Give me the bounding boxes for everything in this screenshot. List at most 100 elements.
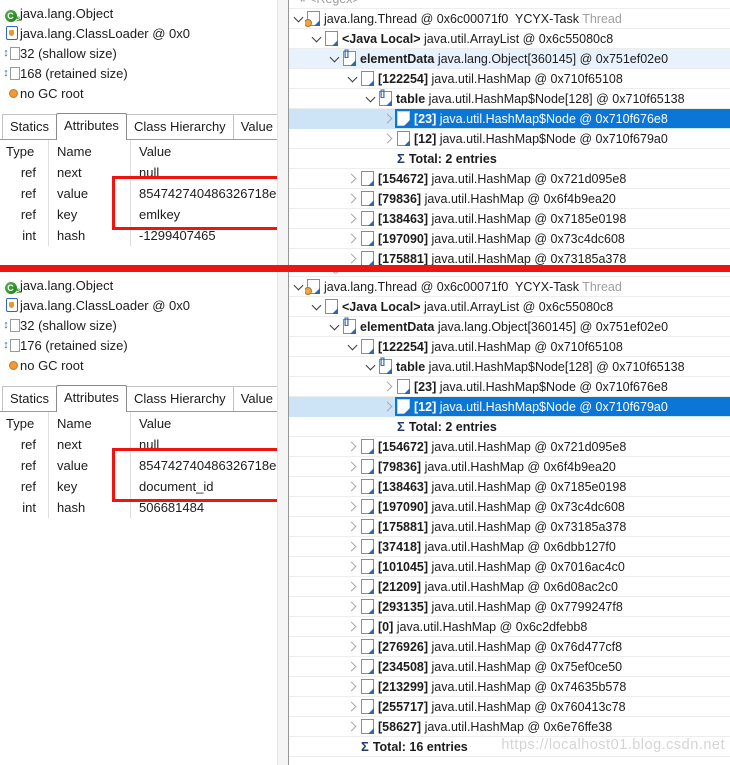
expand-chevron-icon[interactable] [347,661,359,673]
tree-row[interactable]: [138463] java.util.HashMap @ 0x7185e0198 [289,477,730,497]
tree-row[interactable]: [154672] java.util.HashMap @ 0x721d095e8 [289,169,730,189]
tree-row[interactable]: elementData java.lang.Object[360145] @ 0… [289,317,730,337]
info-label: 32 (shallow size) [20,45,117,61]
tree-row[interactable]: [37418] java.util.HashMap @ 0x6dbb127f0 [289,537,730,557]
collapse-chevron-icon[interactable] [293,281,305,293]
expand-chevron-icon[interactable] [383,381,395,393]
tab-class-hierarchy[interactable]: Class Hierarchy [125,386,234,411]
tree-row[interactable]: [79836] java.util.HashMap @ 0x6f4b9ea20 [289,189,730,209]
inspector-scrollbar[interactable] [277,272,288,765]
tree-row[interactable]: Σ Total: 2 entries [289,417,730,437]
collapse-chevron-icon[interactable] [311,301,323,313]
info-label: java.lang.Object [20,5,114,21]
expand-chevron-icon[interactable] [383,113,395,125]
tab-statics[interactable]: Statics [2,114,58,139]
expand-chevron-icon[interactable] [347,501,359,513]
info-32-shallow-size: ↕ 32 (shallow size) [0,43,277,63]
size-icon: ↕ [3,46,20,60]
expand-chevron-icon[interactable] [347,481,359,493]
tree-row[interactable]: Σ Total: 16 entries [289,737,730,757]
tree-row-label: java.lang.Thread @ 0x6c00071f0 YCYX-Task… [305,9,730,28]
expand-chevron-icon[interactable] [383,401,395,413]
tree-row[interactable]: [58627] java.util.HashMap @ 0x6e76ffe38 [289,717,730,737]
tree-row[interactable]: [0] java.util.HashMap @ 0x6c2dfebb8 [289,617,730,637]
tree-row[interactable]: [12] java.util.HashMap$Node @ 0x710f679a… [289,129,730,149]
tree-row[interactable]: java.lang.Thread @ 0x6c00071f0 YCYX-Task… [289,9,730,29]
tree-row[interactable]: [23] java.util.HashMap$Node @ 0x710f676e… [289,377,730,397]
expand-chevron-icon[interactable] [347,581,359,593]
tree-row[interactable]: [197090] java.util.HashMap @ 0x73c4dc608 [289,229,730,249]
tree-row-label: [234508] java.util.HashMap @ 0x75ef0ce50 [359,657,730,676]
tree-row-label: java.lang.Thread @ 0x6c00071f0 YCYX-Task… [305,277,730,296]
info-label: no GC root [20,357,84,373]
object-instance-icon [361,699,374,714]
expand-chevron-icon[interactable] [347,213,359,225]
tree-row-label: Σ Total: 2 entries [397,151,497,166]
expand-chevron-icon[interactable] [347,193,359,205]
object-instance-icon [361,519,374,534]
object-instance-icon [361,71,374,86]
tree-row[interactable]: [122254] java.util.HashMap @ 0x710f65108 [289,337,730,357]
tab-statics[interactable]: Statics [2,386,58,411]
tree-row[interactable]: elementData java.lang.Object[360145] @ 0… [289,49,730,69]
tree-row[interactable]: [154672] java.util.HashMap @ 0x721d095e8 [289,437,730,457]
tree-row[interactable]: [122254] java.util.HashMap @ 0x710f65108 [289,69,730,89]
expand-chevron-icon[interactable] [347,461,359,473]
expand-chevron-icon[interactable] [347,441,359,453]
collapse-chevron-icon[interactable] [329,53,341,65]
tree-row-label: [122254] java.util.HashMap @ 0x710f65108 [359,337,730,356]
expand-chevron-icon[interactable] [347,253,359,265]
tree-row-label: [276926] java.util.HashMap @ 0x76d477cf8 [359,637,730,656]
expand-chevron-icon[interactable] [347,721,359,733]
tree-row[interactable]: [138463] java.util.HashMap @ 0x7185e0198 [289,209,730,229]
tree-row[interactable]: table java.util.HashMap$Node[128] @ 0x71… [289,89,730,109]
expand-chevron-icon[interactable] [347,521,359,533]
tree-row[interactable]: java.lang.Thread @ 0x6c00071f0 YCYX-Task… [289,277,730,297]
object-instance-icon [361,559,374,574]
collapse-chevron-icon[interactable] [365,93,377,105]
tab-attributes[interactable]: Attributes [56,113,127,140]
expand-chevron-icon[interactable] [347,681,359,693]
class-icon: Cs [4,7,21,23]
tree-row[interactable]: [12] java.util.HashMap$Node @ 0x710f679a… [289,397,730,417]
tree-row[interactable]: [293135] java.util.HashMap @ 0x7799247f8 [289,597,730,617]
tree-row[interactable]: [234508] java.util.HashMap @ 0x75ef0ce50 [289,657,730,677]
expand-chevron-icon[interactable] [347,641,359,653]
tree-row[interactable]: <Java Local> java.util.ArrayList @ 0x6c5… [289,297,730,317]
collapse-chevron-icon[interactable] [311,33,323,45]
collapse-chevron-icon[interactable] [329,321,341,333]
collapse-chevron-icon[interactable] [365,361,377,373]
tree-row[interactable]: ⇥<Regex> [289,0,730,9]
expand-chevron-icon[interactable] [347,233,359,245]
expand-chevron-icon[interactable] [347,601,359,613]
expand-chevron-icon[interactable] [383,133,395,145]
tree-row[interactable]: <Java Local> java.util.ArrayList @ 0x6c5… [289,29,730,49]
tree-row[interactable]: [175881] java.util.HashMap @ 0x73185a378 [289,249,730,265]
tree-row[interactable]: [21209] java.util.HashMap @ 0x6d08ac2c0 [289,577,730,597]
tree-row[interactable]: [175881] java.util.HashMap @ 0x73185a378 [289,517,730,537]
tree-row[interactable]: [213299] java.util.HashMap @ 0x74635b578 [289,677,730,697]
tab-value[interactable]: Value [232,114,277,139]
expand-chevron-icon[interactable] [347,561,359,573]
tree-row[interactable]: table java.util.HashMap$Node[128] @ 0x71… [289,357,730,377]
collapse-chevron-icon[interactable] [347,341,359,353]
tree-row[interactable]: [197090] java.util.HashMap @ 0x73c4dc608 [289,497,730,517]
expand-chevron-icon[interactable] [347,173,359,185]
tree-row[interactable]: [276926] java.util.HashMap @ 0x76d477cf8 [289,637,730,657]
tree-row[interactable]: Σ Total: 2 entries [289,149,730,169]
tab-attributes[interactable]: Attributes [56,385,127,412]
tab-class-hierarchy[interactable]: Class Hierarchy [125,114,234,139]
gc-root-icon [8,360,18,370]
tree-row[interactable]: [255717] java.util.HashMap @ 0x760413c78 [289,697,730,717]
collapse-chevron-icon[interactable] [347,73,359,85]
tree-row[interactable]: [101045] java.util.HashMap @ 0x7016ac4c0 [289,557,730,577]
expand-chevron-icon[interactable] [347,541,359,553]
expand-chevron-icon[interactable] [347,701,359,713]
inspector-scrollbar[interactable] [277,0,288,265]
collapse-chevron-icon[interactable] [293,13,305,25]
expand-chevron-icon[interactable] [347,621,359,633]
tree-row[interactable]: [23] java.util.HashMap$Node @ 0x710f676e… [289,109,730,129]
tree-row[interactable]: [79836] java.util.HashMap @ 0x6f4b9ea20 [289,457,730,477]
cell-type: int [22,228,36,243]
tab-value[interactable]: Value [232,386,277,411]
